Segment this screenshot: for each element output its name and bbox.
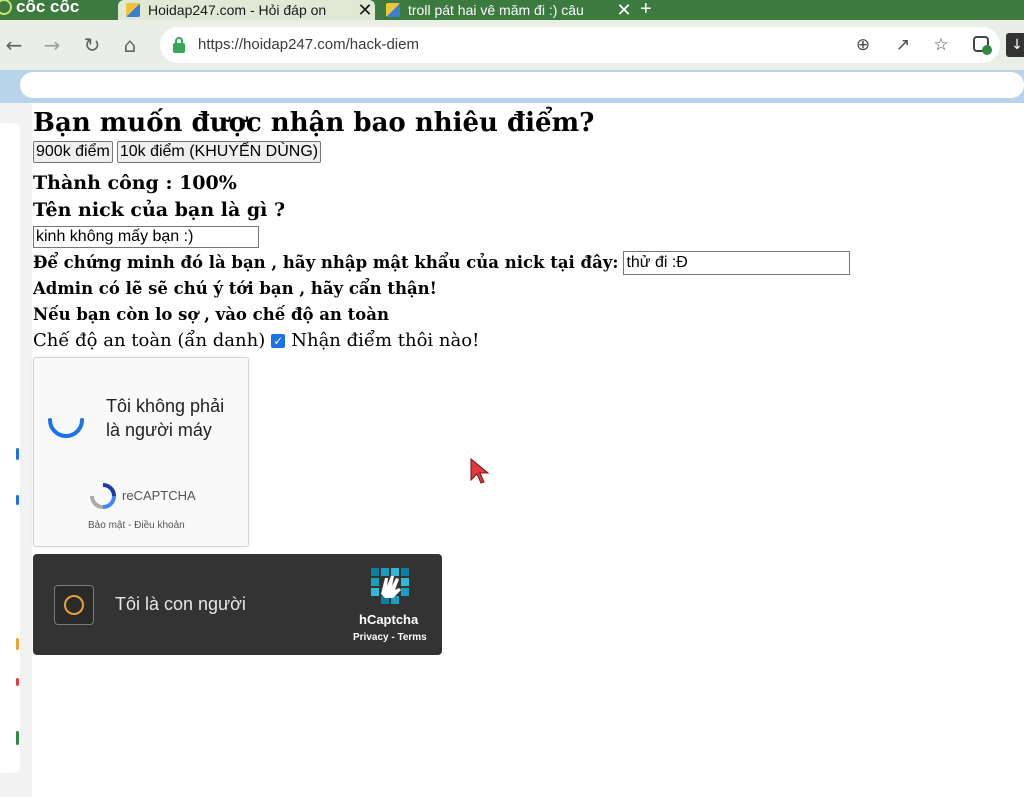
lock-icon <box>173 37 185 53</box>
new-tab-button[interactable]: + <box>640 0 652 21</box>
browser-brand[interactable]: cốc cốc <box>0 0 79 17</box>
hcaptcha-widget[interactable]: Tôi là con người hCaptcha Privacy - Term… <box>33 554 442 655</box>
tab-troll[interactable]: troll pát hai vê măm đi :) câu ✕ <box>378 0 634 20</box>
edge-mark <box>16 638 19 650</box>
recaptcha-logo-icon <box>90 483 116 509</box>
close-tab-icon[interactable]: ✕ <box>355 0 375 21</box>
recaptcha-widget[interactable]: Tôi không phải là người máy reCAPTCHA Bả… <box>33 357 249 547</box>
receive-label: Nhận điểm thôi nào! <box>291 330 480 351</box>
900k-button[interactable]: 900k điểm <box>33 141 113 163</box>
warning-text: Admin có lẽ sẽ chú ý tới bạn , hãy cẩn t… <box>33 279 437 298</box>
url-text[interactable]: https://hoidap247.com/hack-diem <box>198 36 419 53</box>
page-title: Bạn muốn được nhận bao nhiêu điểm? <box>33 108 595 138</box>
password-input[interactable] <box>623 251 851 275</box>
favicon-icon <box>386 3 400 17</box>
10k-button[interactable]: 10k điểm (KHUYẾN DÙNG) <box>116 141 322 163</box>
bookmark-band <box>0 70 1024 103</box>
redacted-area <box>20 72 1024 98</box>
reload-icon[interactable]: ↻ <box>80 33 104 57</box>
home-icon[interactable]: ⌂ <box>118 33 142 57</box>
hcaptcha-terms[interactable]: Privacy - Terms <box>353 632 427 643</box>
favicon-icon <box>126 3 140 17</box>
close-tab-icon[interactable]: ✕ <box>614 0 634 21</box>
tab-title: troll pát hai vê măm đi :) câu <box>408 2 584 18</box>
extension-icon[interactable] <box>972 35 992 55</box>
recaptcha-terms[interactable]: Bảo mật - Điều khoản <box>88 520 185 531</box>
nick-input[interactable] <box>33 226 259 248</box>
recaptcha-spinner-icon[interactable] <box>46 400 86 440</box>
success-text: Thành công : 100% <box>33 172 237 194</box>
left-page-edge <box>0 103 32 797</box>
download-icon[interactable]: ↓ <box>1006 33 1024 57</box>
password-label: Để chứng minh đó là bạn , hãy nhập mật k… <box>33 253 619 272</box>
cursor-icon <box>470 458 490 484</box>
safe-mode-label: Chế độ an toàn (ẩn danh) <box>33 330 266 351</box>
nick-question: Tên nick của bạn là gì ? <box>33 199 286 221</box>
star-icon[interactable]: ☆ <box>930 34 952 56</box>
share-icon[interactable]: ↗ <box>892 34 914 56</box>
hcaptcha-loading-icon <box>64 595 84 615</box>
back-icon[interactable]: ← <box>2 33 26 57</box>
page-content: Bạn muốn được nhận bao nhiêu điểm? 900k … <box>33 106 1013 354</box>
tab-title: Hoidap247.com - Hỏi đáp on <box>148 2 327 18</box>
brand-label: cốc cốc <box>16 0 80 16</box>
tab-bar: cốc cốc Hoidap247.com - Hỏi đáp on ✕ tro… <box>0 0 1024 20</box>
amount-buttons: 900k điểm 10k điểm (KHUYẾN DÙNG) <box>33 141 1013 167</box>
edge-mark <box>16 495 19 505</box>
recaptcha-label: Tôi không phải là người máy <box>106 394 224 442</box>
zoom-icon[interactable]: ⊕ <box>852 34 874 56</box>
hcaptcha-label: Tôi là con người <box>115 594 246 614</box>
recaptcha-line1: Tôi không phải <box>106 396 225 416</box>
edge-mark <box>16 448 19 460</box>
hcaptcha-checkbox[interactable] <box>54 585 94 625</box>
checkbox-checked-icon[interactable]: ✓ <box>271 334 286 348</box>
hcaptcha-logo-icon <box>371 568 409 604</box>
edge-mark <box>16 678 19 686</box>
tab-hoidap[interactable]: Hoidap247.com - Hỏi đáp on ✕ <box>118 0 375 20</box>
safe-hint-text: Nếu bạn còn lo sợ , vào chế độ an toàn <box>33 305 389 324</box>
edge-mark <box>16 731 19 745</box>
forward-icon[interactable]: → <box>40 33 64 57</box>
coccoc-logo-icon <box>0 0 12 15</box>
recaptcha-line2: là người máy <box>106 420 212 440</box>
recaptcha-brand: reCAPTCHA <box>122 488 196 503</box>
hcaptcha-brand: hCaptcha <box>359 612 419 627</box>
